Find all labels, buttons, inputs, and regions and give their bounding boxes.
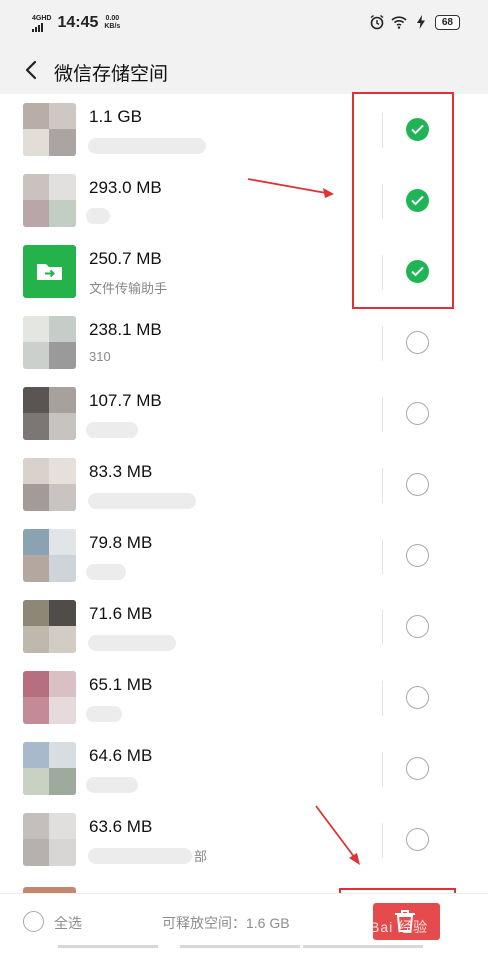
- nav-indicator: [303, 945, 423, 948]
- network-indicator: 4GHD: [32, 15, 51, 32]
- list-item[interactable]: 238.1 MB 310: [0, 307, 455, 378]
- nav-indicator: [58, 945, 158, 948]
- item-size: 293.0 MB: [89, 178, 162, 197]
- checkbox-unchecked[interactable]: [406, 686, 429, 709]
- list-item[interactable]: 63.6 MB 部: [0, 804, 455, 875]
- avatar: [23, 742, 76, 795]
- divider: [382, 610, 383, 645]
- status-bar: 4GHD 14:45 0.00 KB/s 68: [0, 0, 488, 48]
- item-size: 71.6 MB: [89, 604, 153, 623]
- item-name: 部: [194, 849, 208, 864]
- list-item[interactable]: 79.8 MB: [0, 520, 455, 591]
- redacted-name: [86, 777, 138, 793]
- list-item[interactable]: 71.6 MB: [0, 591, 455, 662]
- wifi-icon: [391, 16, 407, 29]
- chevron-left-icon[interactable]: [20, 58, 42, 82]
- redacted-name: [86, 706, 122, 722]
- list-item[interactable]: 83.3 MB: [0, 449, 455, 520]
- redacted-name: [88, 848, 192, 864]
- title-bar: 微信存储空间: [0, 48, 488, 94]
- checkbox-unchecked[interactable]: [406, 615, 429, 638]
- divider: [382, 468, 383, 503]
- folder-arrow-icon: [37, 264, 62, 280]
- avatar: [23, 387, 76, 440]
- checkbox-unchecked[interactable]: [406, 473, 429, 496]
- page-title: 微信存储空间: [54, 64, 169, 85]
- select-all-checkbox[interactable]: [23, 911, 44, 932]
- item-size: 64.6 MB: [89, 746, 153, 765]
- avatar: [23, 529, 76, 582]
- avatar: [23, 600, 76, 653]
- redacted-name: [86, 208, 110, 224]
- divider: [382, 681, 383, 716]
- speed-value: 0.00: [105, 15, 120, 22]
- checkbox-unchecked[interactable]: [406, 544, 429, 567]
- redacted-name: [86, 422, 138, 438]
- battery-level: 68: [434, 14, 460, 30]
- item-size: 63.6 MB: [89, 817, 153, 836]
- redacted-name: [86, 564, 126, 580]
- status-left: 4GHD 14:45 0.00 KB/s: [32, 14, 120, 32]
- item-size: 1.1 GB: [89, 107, 142, 126]
- redacted-name: [88, 493, 196, 509]
- list-item[interactable]: 65.1 MB: [0, 662, 455, 733]
- redacted-name: [88, 138, 206, 154]
- item-size: 238.1 MB: [89, 320, 162, 339]
- checkbox-unchecked[interactable]: [406, 331, 429, 354]
- item-size: 65.1 MB: [89, 675, 153, 694]
- select-all-label[interactable]: 全选: [54, 913, 82, 933]
- avatar: [23, 174, 76, 227]
- checkbox-unchecked[interactable]: [406, 757, 429, 780]
- signal-icon: [32, 22, 51, 32]
- bottom-bar: 全选 可释放空间：1.6 GB Bai 经验: [0, 893, 488, 966]
- divider: [382, 397, 383, 432]
- list-item[interactable]: 107.7 MB: [0, 378, 455, 449]
- item-size: 83.3 MB: [89, 462, 153, 481]
- annotation-box-checked: [352, 92, 454, 309]
- alarm-icon: [370, 14, 384, 30]
- watermark: Bai 经验: [370, 919, 429, 935]
- checkbox-unchecked[interactable]: [406, 828, 429, 851]
- avatar: [23, 316, 76, 369]
- checkbox-unchecked[interactable]: [406, 402, 429, 425]
- item-name: 310: [89, 349, 111, 364]
- redacted-name: [88, 635, 176, 651]
- network-type: 4GHD: [32, 14, 52, 22]
- divider: [382, 823, 383, 858]
- status-right: 68: [369, 14, 460, 30]
- item-size: 250.7 MB: [89, 249, 162, 268]
- avatar: [23, 103, 76, 156]
- file-transfer-icon: [23, 245, 76, 298]
- divider: [382, 752, 383, 787]
- avatar: [23, 458, 76, 511]
- avatar: [23, 813, 76, 866]
- divider: [382, 539, 383, 574]
- avatar: [23, 671, 76, 724]
- item-size: 107.7 MB: [89, 391, 162, 410]
- divider: [382, 326, 383, 361]
- item-size: 79.8 MB: [89, 533, 153, 552]
- freeable-space-text: 可释放空间：1.6 GB: [162, 915, 290, 931]
- item-name: 文件传输助手: [89, 281, 168, 296]
- clock: 14:45: [57, 14, 99, 31]
- network-speed: 0.00 KB/s: [104, 15, 120, 31]
- nav-indicator: [180, 945, 300, 948]
- list-item[interactable]: 64.6 MB: [0, 733, 455, 804]
- charging-icon: [416, 15, 425, 29]
- speed-unit: KB/s: [104, 23, 121, 30]
